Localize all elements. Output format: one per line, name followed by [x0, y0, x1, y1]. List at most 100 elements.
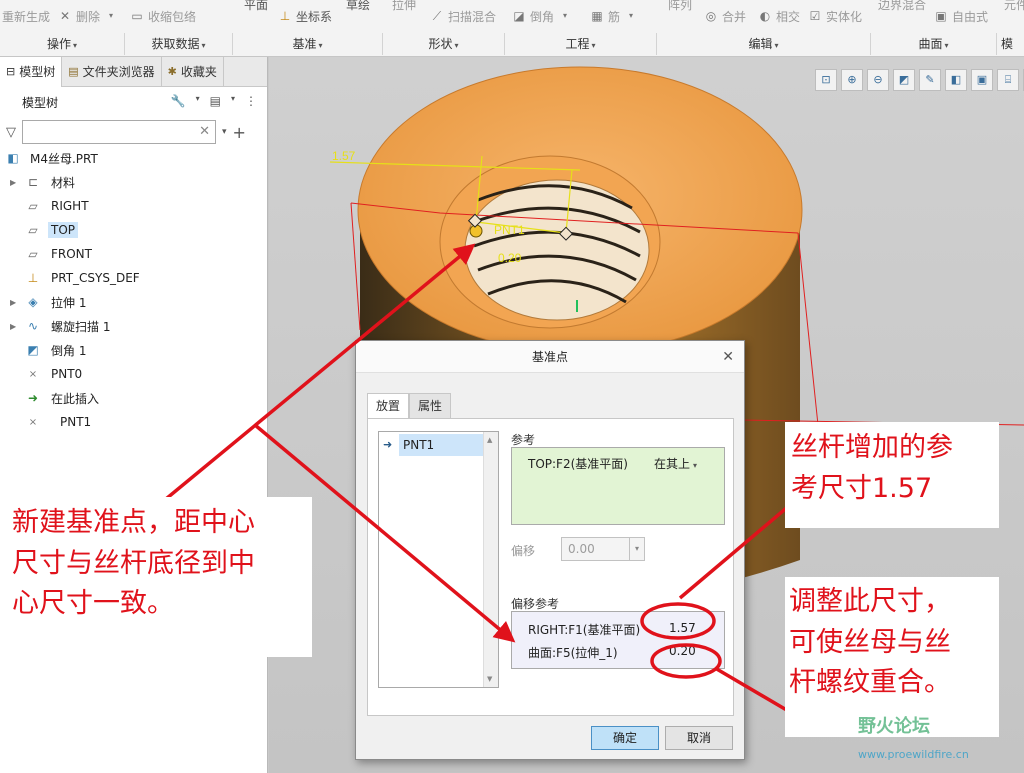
expand-icon[interactable]: ▶	[10, 178, 16, 187]
more-button[interactable]: 元件	[1004, 0, 1024, 16]
group-operations[interactable]: 操作 ▾	[0, 33, 124, 55]
tree-item-label: RIGHT	[51, 199, 89, 213]
group-model-intent[interactable]: 模型	[996, 33, 1024, 55]
group-surfaces[interactable]: 曲面 ▾	[870, 33, 996, 55]
group-engineering[interactable]: 工程 ▾	[504, 33, 656, 55]
chevron-down-icon: ▾	[774, 41, 779, 50]
chevron-down-icon[interactable]: ▾	[231, 94, 235, 108]
group-datum-label: 基准	[292, 37, 317, 51]
tree-item-chamfer[interactable]: ◩ 倒角 1	[0, 339, 266, 361]
add-icon[interactable]: +	[233, 123, 246, 142]
offset-ref-row[interactable]: 曲面:F5(拉伸_1) 0.20	[528, 644, 696, 664]
refit-icon[interactable]: ⊡	[815, 69, 837, 91]
ribbon-group-bar: 操作▾ 获取数据▾ 基准▾ 形状▾ 工程▾ 编辑▾ 曲面▾ 模型	[0, 33, 1024, 55]
ok-button[interactable]: 确定	[591, 726, 659, 750]
solidify-button[interactable]: ☑ 实体化	[808, 4, 862, 28]
dialog-titlebar: 基准点 ✕	[356, 341, 744, 373]
zoom-in-icon[interactable]: ⊕	[841, 69, 863, 91]
offset-field[interactable]: 0.00 ▾	[561, 537, 645, 561]
tab-properties[interactable]: 属性	[409, 393, 452, 419]
tab-folder-browser[interactable]: ▤ 文件夹浏览器	[62, 57, 162, 87]
sweep-blend-button[interactable]: ⟋ 扫描混合	[430, 4, 496, 28]
rib-icon: ▦	[591, 9, 603, 23]
annotation-bottom-right: 调整此尺寸， 可使丝母与丝 杆螺纹重合。	[789, 582, 951, 704]
tree-item-csys[interactable]: ⊥ PRT_CSYS_DEF	[0, 267, 266, 289]
tree-item-extrude[interactable]: ▶ ◈ 拉伸 1	[0, 291, 266, 313]
scroll-down-icon[interactable]: ▼	[487, 675, 492, 683]
pattern-label: 阵列	[668, 0, 693, 12]
watermark-url: www.proewildfire.cn	[858, 748, 969, 761]
close-icon[interactable]: ✕	[722, 341, 734, 373]
clear-icon[interactable]: ✕	[199, 124, 210, 139]
reference-constraint-dropdown[interactable]: 在其上 ▾	[654, 455, 697, 472]
show-icon[interactable]: ▤	[210, 94, 221, 108]
boundary-blend-button[interactable]: 边界混合	[878, 0, 926, 16]
shrinkwrap-button[interactable]: ▭ 收缩包络	[130, 4, 196, 28]
tree-item-helical-sweep[interactable]: ▶ ∿ 螺旋扫描 1	[0, 315, 266, 337]
intersect-button[interactable]: ◐ 相交	[758, 4, 800, 28]
offset-ref-value[interactable]: 1.57	[669, 621, 696, 635]
favorites-icon: ✱	[167, 65, 177, 78]
chevron-down-icon: ▾	[944, 41, 949, 50]
merge-button[interactable]: ◎ 合并	[704, 4, 746, 28]
group-datum[interactable]: 基准 ▾	[232, 33, 382, 55]
offset-ref-name: RIGHT:F1(基准平面)	[528, 623, 641, 637]
references-collector[interactable]: TOP:F2(基准平面) 在其上 ▾	[511, 447, 725, 525]
repaint-icon[interactable]: ◩	[893, 69, 915, 91]
tab-model-tree[interactable]: ⊟ 模型树	[0, 57, 63, 87]
chevron-down-icon[interactable]: ▾	[222, 127, 227, 137]
filter-icon[interactable]: ▽	[6, 125, 16, 140]
chevron-down-icon[interactable]: ▾	[629, 538, 644, 560]
delete-label: 删除	[76, 9, 101, 24]
ribbon: 重新生成 ✕ 删除 ▾ ▭ 收缩包络 平面 ⊥ 坐标系 草绘 拉伸 ⟋ 扫描混合…	[0, 0, 1024, 57]
offset-references-collector[interactable]: RIGHT:F1(基准平面) 1.57 曲面:F5(拉伸_1) 0.20	[511, 611, 725, 669]
tree-item-label: 拉伸 1	[51, 295, 87, 310]
round-button[interactable]: ◪ 倒角 ▾	[512, 4, 572, 28]
datum-display-icon[interactable]: ⌸	[997, 69, 1019, 91]
tree-item-front[interactable]: ▱ FRONT	[0, 243, 266, 265]
expand-icon[interactable]: ▶	[10, 322, 16, 331]
tab-placement[interactable]: 放置	[367, 393, 410, 419]
reference-value[interactable]: TOP:F2(基准平面)	[528, 455, 628, 472]
view-manager-icon[interactable]: ✎	[919, 69, 941, 91]
csys-button[interactable]: ⊥ 坐标系	[278, 4, 332, 28]
group-shapes[interactable]: 形状 ▾	[382, 33, 504, 55]
annotation-line: 丝杆增加的参	[791, 432, 953, 463]
pattern-button[interactable]: 阵列	[668, 0, 692, 16]
tree-item-material[interactable]: ▶ ⊏ 材料	[0, 171, 266, 193]
group-editing[interactable]: 编辑 ▾	[656, 33, 870, 55]
freestyle-button[interactable]: ▣ 自由式	[934, 4, 988, 28]
model-tree-tools: 🔧 ▾ ▤ ▾ ⋮	[171, 94, 257, 108]
settings-icon[interactable]: 🔧	[171, 94, 186, 108]
offset-ref-value[interactable]: 0.20	[669, 644, 696, 658]
display-style-icon[interactable]: ◧	[945, 69, 967, 91]
chevron-down-icon[interactable]: ▾	[196, 94, 200, 108]
scrollbar[interactable]: ▲ ▼	[483, 432, 498, 687]
tree-item-insert-here[interactable]: ➜ 在此插入	[0, 387, 266, 409]
tree-item-right[interactable]: ▱ RIGHT	[0, 195, 266, 217]
tree-root[interactable]: ◧ M4丝母.PRT	[0, 147, 266, 169]
zoom-out-icon[interactable]: ⊖	[867, 69, 889, 91]
folder-icon: ▤	[68, 65, 79, 78]
delete-button[interactable]: ✕ 删除 ▾	[58, 4, 118, 28]
tree-item-pnt0[interactable]: × PNT0	[0, 363, 266, 385]
saved-views-icon[interactable]: ▣	[971, 69, 993, 91]
layer-icon[interactable]: ⋮	[245, 94, 257, 108]
group-get-data[interactable]: 获取数据 ▾	[124, 33, 232, 55]
expand-icon[interactable]: ▶	[10, 298, 16, 307]
rib-button[interactable]: ▦ 筋 ▾	[590, 4, 638, 28]
extrude-button[interactable]: 拉伸	[392, 0, 416, 16]
point-list[interactable]: ➜ PNT1 ▲ ▼	[378, 431, 499, 688]
search-input[interactable]: ✕	[22, 120, 216, 144]
regen-tool[interactable]: 重新生成	[2, 4, 50, 28]
sketch-button[interactable]: 草绘	[346, 0, 370, 16]
tab-favorites[interactable]: ✱ 收藏夹	[162, 57, 224, 87]
offset-ref-row[interactable]: RIGHT:F1(基准平面) 1.57	[528, 621, 696, 641]
tree-item-top[interactable]: ▱ TOP	[0, 219, 266, 241]
plane-button[interactable]: 平面	[244, 0, 268, 16]
scroll-up-icon[interactable]: ▲	[487, 436, 492, 444]
tree-item-pnt1[interactable]: × PNT1	[0, 411, 266, 433]
point-list-item[interactable]: PNT1	[399, 434, 485, 456]
cancel-button[interactable]: 取消	[665, 726, 733, 750]
datum-point-icon: ×	[28, 416, 38, 428]
